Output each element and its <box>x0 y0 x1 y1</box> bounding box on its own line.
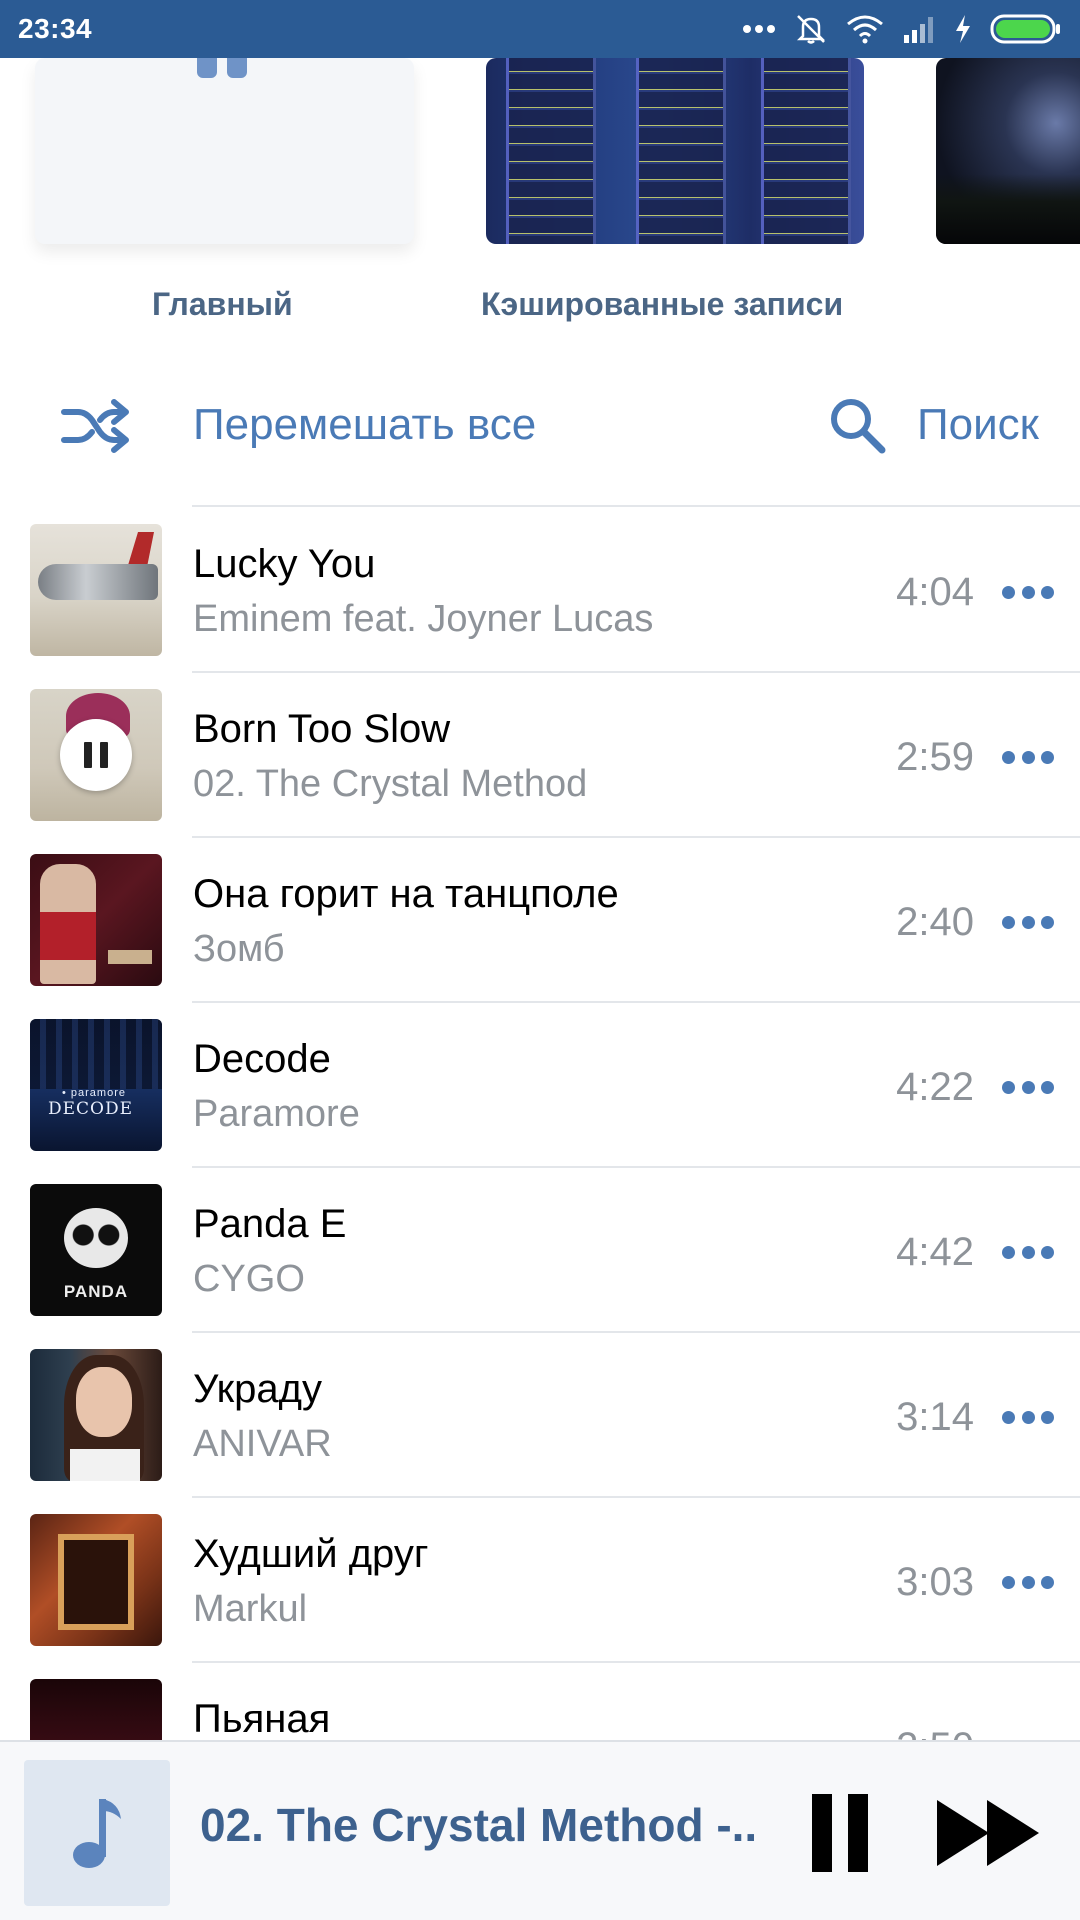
pause-icon[interactable] <box>60 719 132 791</box>
playlist-card-night[interactable] <box>936 58 1080 244</box>
track-row[interactable]: PANDA Panda E CYGO 4:42 <box>0 1168 1080 1333</box>
track-duration: 3:03 <box>896 1560 974 1604</box>
more-options-icon[interactable] <box>1002 751 1054 765</box>
battery-icon <box>990 14 1060 44</box>
more-options-icon[interactable] <box>1002 1246 1054 1260</box>
server-rack-image <box>761 58 851 244</box>
track-artist: Markul <box>193 1588 308 1630</box>
more-options-icon[interactable] <box>1002 1411 1054 1425</box>
shuffle-all-button[interactable]: Перемешать все <box>193 400 536 450</box>
more-options-icon[interactable] <box>1002 1576 1054 1590</box>
album-cover <box>30 689 162 821</box>
track-title: Born Too Slow <box>193 707 451 751</box>
mini-player[interactable]: 02. The Crystal Method -.. <box>0 1740 1080 1920</box>
track-title: Украду <box>193 1367 322 1411</box>
track-duration: 2:40 <box>896 900 974 944</box>
track-row[interactable]: Пьяная 2:50 <box>0 1663 1080 1740</box>
wifi-icon <box>847 15 883 44</box>
track-row[interactable]: Украду ANIVAR 3:14 <box>0 1333 1080 1498</box>
playlist-card-cached[interactable] <box>486 58 864 244</box>
more-options-icon[interactable] <box>1002 916 1054 930</box>
track-title: Lucky You <box>193 542 376 586</box>
next-track-icon[interactable] <box>937 1800 1043 1866</box>
track-row[interactable]: Она горит на танцполе Зомб 2:40 <box>0 838 1080 1003</box>
playlist-card-main[interactable] <box>35 58 414 244</box>
track-title: Пьяная <box>193 1697 331 1740</box>
cover-title-text: PANDA <box>63 1282 129 1301</box>
track-artist: Зомб <box>193 928 285 970</box>
album-cover: PANDA <box>30 1184 162 1316</box>
track-title: Она горит на танцполе <box>193 872 619 916</box>
status-time: 23:34 <box>18 13 93 44</box>
track-duration: 4:22 <box>896 1065 974 1109</box>
more-options-icon[interactable] <box>1002 586 1054 600</box>
track-duration: 4:42 <box>896 1230 974 1274</box>
divider <box>192 505 1080 507</box>
status-bar: 23:34 <box>0 0 1080 58</box>
track-title: Худший друг <box>193 1532 429 1576</box>
track-list[interactable]: Lucky You Eminem feat. Joyner Lucas 4:04… <box>0 508 1080 1740</box>
track-duration: 2:50 <box>896 1725 974 1740</box>
more-dots-icon <box>743 25 775 33</box>
track-row[interactable]: • paramore DECODE Decode Paramore 4:22 <box>0 1003 1080 1168</box>
more-options-icon[interactable] <box>1002 1081 1054 1095</box>
album-cover <box>30 1349 162 1481</box>
search-button[interactable]: Поиск <box>917 400 1039 450</box>
track-duration: 3:14 <box>896 1395 974 1439</box>
track-row-playing[interactable]: Born Too Slow 02. The Crystal Method 2:5… <box>0 673 1080 838</box>
signal-icon <box>904 17 933 43</box>
server-rack-image <box>506 58 596 244</box>
playlist-carousel[interactable]: Главный Кэшированные записи <box>0 58 1080 358</box>
music-note-icon <box>73 1799 121 1868</box>
track-artist: Eminem feat. Joyner Lucas <box>193 598 654 640</box>
playlist-label-main[interactable]: Главный <box>152 286 293 323</box>
track-row[interactable]: Lucky You Eminem feat. Joyner Lucas 4:04 <box>0 508 1080 673</box>
track-artist: ANIVAR <box>193 1423 332 1465</box>
player-cover[interactable] <box>24 1760 170 1906</box>
album-cover <box>30 1679 162 1740</box>
track-artist: Paramore <box>193 1093 360 1135</box>
track-artist: CYGO <box>193 1258 305 1300</box>
album-cover <box>30 1514 162 1646</box>
pause-icon[interactable] <box>812 1794 868 1872</box>
cover-band-text: • paramore <box>62 1087 126 1099</box>
playlist-label-cached[interactable]: Кэшированные записи <box>481 286 843 323</box>
charging-icon <box>956 15 970 43</box>
mute-icon <box>796 15 826 44</box>
track-duration: 2:59 <box>896 735 974 779</box>
track-row[interactable]: Худший друг Markul 3:03 <box>0 1498 1080 1663</box>
track-artist: 02. The Crystal Method <box>193 763 588 805</box>
cover-title-text: DECODE <box>48 1099 134 1119</box>
album-cover <box>30 854 162 986</box>
track-title: Decode <box>193 1037 331 1081</box>
now-playing-title[interactable]: 02. The Crystal Method -.. <box>200 1798 770 1852</box>
server-rack-image <box>636 58 726 244</box>
search-icon[interactable] <box>828 396 886 454</box>
track-duration: 4:04 <box>896 570 974 614</box>
action-bar: Перемешать все Поиск <box>0 372 1080 482</box>
album-cover: • paramore DECODE <box>30 1019 162 1151</box>
grass-silhouette-image <box>936 174 1080 244</box>
album-cover <box>30 524 162 656</box>
track-title: Panda E <box>193 1202 347 1246</box>
shuffle-icon[interactable] <box>60 398 130 454</box>
playlist-icon <box>197 58 251 78</box>
